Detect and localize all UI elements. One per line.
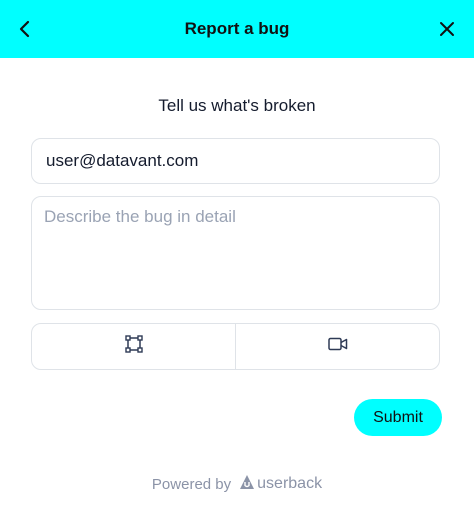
submit-button[interactable]: Submit — [354, 399, 442, 436]
page-title: Report a bug — [184, 19, 290, 38]
capture-options — [31, 323, 440, 370]
email-input[interactable] — [44, 150, 427, 172]
description-textarea[interactable] — [44, 207, 427, 299]
video-camera-icon — [327, 337, 348, 356]
screenshot-button[interactable] — [32, 324, 235, 369]
description-field[interactable] — [31, 196, 440, 310]
form-subtitle: Tell us what's broken — [158, 96, 316, 115]
userback-brand-link[interactable]: userback — [239, 474, 322, 494]
userback-logo-icon — [239, 474, 255, 494]
powered-by-footer: Powered by userback — [0, 474, 474, 494]
video-record-button[interactable] — [236, 324, 439, 369]
userback-brand-name: userback — [257, 475, 323, 492]
header-bar: Report a bug — [0, 0, 474, 58]
screenshot-crop-icon — [124, 335, 143, 358]
email-field[interactable] — [31, 138, 440, 184]
powered-by-label: Powered by — [151, 475, 232, 493]
chevron-left-icon[interactable] — [10, 14, 40, 44]
close-icon[interactable] — [432, 14, 462, 44]
